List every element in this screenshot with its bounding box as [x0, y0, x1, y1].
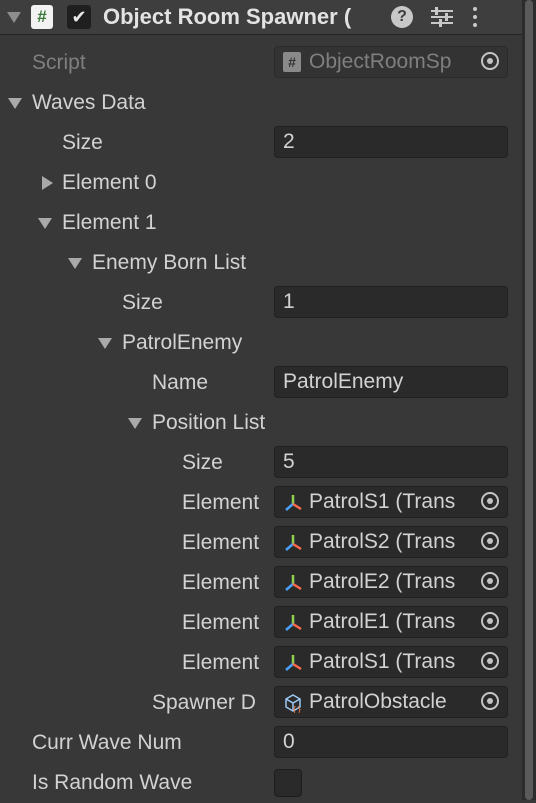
is-random-wave-checkbox[interactable]	[274, 769, 302, 797]
script-label: Script	[32, 51, 86, 74]
element-value: PatrolE1 (Trans	[309, 610, 456, 633]
spawner-label: Spawner D	[152, 691, 256, 714]
script-field: # ObjectRoomSp	[274, 46, 508, 78]
transform-object-field[interactable]: PatrolE1 (Trans	[274, 606, 508, 638]
is-random-wave-label: Is Random Wave	[32, 771, 193, 794]
element-value: PatrolS1 (Trans	[309, 650, 456, 673]
object-picker-icon[interactable]	[481, 532, 499, 550]
element-label: Element	[182, 531, 260, 554]
element-label: Element	[182, 651, 260, 674]
waves-data-row[interactable]: Waves Data	[0, 83, 522, 123]
object-picker-icon[interactable]	[481, 572, 499, 590]
component-header: # ✔ Object Room Spawner ( ?	[0, 0, 522, 35]
foldout-arrow-icon[interactable]	[68, 258, 82, 269]
element-value: PatrolE2 (Trans	[309, 570, 456, 593]
transform-icon	[285, 535, 302, 551]
foldout-arrow-icon[interactable]	[38, 218, 52, 229]
name-label: Name	[152, 371, 209, 394]
transform-icon	[285, 495, 302, 511]
enemy-born-list-size-row: Size 1	[0, 283, 522, 323]
size-label: Size	[182, 451, 223, 474]
script-icon: #	[31, 5, 53, 29]
size-label: Size	[122, 291, 163, 314]
waves-data-size-row: Size 2	[0, 123, 522, 163]
object-picker-icon[interactable]	[481, 652, 499, 670]
script-row: Script # ObjectRoomSp	[0, 43, 522, 83]
enabled-checkbox[interactable]: ✔	[67, 5, 91, 29]
position-list-size-input[interactable]: 5	[274, 446, 508, 478]
element-value: PatrolS2 (Trans	[309, 530, 456, 553]
spawner-object-field[interactable]: {} PatrolObstacle	[274, 686, 508, 718]
foldout-arrow-icon[interactable]	[98, 338, 112, 349]
transform-object-field[interactable]: PatrolS1 (Trans	[274, 646, 508, 678]
size-label: Size	[62, 131, 103, 154]
list-item: Element PatrolS1 (Trans	[0, 483, 522, 523]
is-random-wave-row: Is Random Wave	[0, 763, 522, 803]
transform-object-field[interactable]: PatrolE2 (Trans	[274, 566, 508, 598]
transform-icon	[285, 575, 302, 591]
waves-data-size-input[interactable]: 2	[274, 126, 508, 158]
transform-object-field[interactable]: PatrolS1 (Trans	[274, 486, 508, 518]
element-1-label: Element 1	[62, 211, 157, 234]
position-list-row[interactable]: Position List	[0, 403, 522, 443]
foldout-arrow-icon[interactable]	[128, 418, 142, 429]
more-menu-icon[interactable]	[471, 7, 479, 27]
element-label: Element	[182, 571, 260, 594]
presets-icon[interactable]	[431, 6, 457, 28]
position-list-label: Position List	[152, 411, 266, 434]
name-input[interactable]: PatrolEnemy	[274, 366, 508, 398]
patrol-enemy-row[interactable]: PatrolEnemy	[0, 323, 522, 363]
patrol-enemy-label: PatrolEnemy	[122, 331, 243, 354]
name-row: Name PatrolEnemy	[0, 363, 522, 403]
enemy-born-list-label: Enemy Born List	[92, 251, 247, 274]
curr-wave-num-label: Curr Wave Num	[32, 731, 182, 754]
spawner-value: PatrolObstacle	[309, 690, 447, 713]
element-0-label: Element 0	[62, 171, 157, 194]
scrollbar-thumb[interactable]	[525, 0, 533, 800]
foldout-arrow-icon[interactable]	[7, 11, 21, 23]
list-item: Element PatrolS1 (Trans	[0, 643, 522, 683]
scriptable-object-icon: {}	[285, 694, 302, 713]
object-picker-icon[interactable]	[481, 612, 499, 630]
spawner-row: Spawner D {} PatrolObstacle	[0, 683, 522, 723]
scrollbar[interactable]	[522, 0, 536, 800]
object-picker-icon	[481, 52, 499, 70]
element-label: Element	[182, 491, 260, 514]
list-item: Element PatrolE2 (Trans	[0, 563, 522, 603]
curr-wave-num-row: Curr Wave Num 0	[0, 723, 522, 763]
component-title: Object Room Spawner (	[103, 4, 352, 29]
help-icon[interactable]: ?	[391, 6, 413, 28]
object-picker-icon[interactable]	[481, 692, 499, 710]
enemy-born-list-row[interactable]: Enemy Born List	[0, 243, 522, 283]
foldout-arrow-icon[interactable]	[8, 98, 22, 109]
transform-icon	[285, 655, 302, 671]
element-label: Element	[182, 611, 260, 634]
list-item: Element PatrolS2 (Trans	[0, 523, 522, 563]
transform-icon	[285, 615, 302, 631]
object-picker-icon[interactable]	[481, 492, 499, 510]
enemy-born-list-size-input[interactable]: 1	[274, 286, 508, 318]
curr-wave-num-input[interactable]: 0	[274, 726, 508, 758]
element-1-row[interactable]: Element 1	[0, 203, 522, 243]
waves-data-label: Waves Data	[32, 91, 146, 114]
element-value: PatrolS1 (Trans	[309, 490, 456, 513]
script-value: ObjectRoomSp	[309, 50, 452, 73]
foldout-arrow-icon[interactable]	[42, 176, 53, 190]
svg-text:{}: {}	[292, 705, 302, 713]
script-icon: #	[283, 52, 301, 72]
transform-object-field[interactable]: PatrolS2 (Trans	[274, 526, 508, 558]
element-0-row[interactable]: Element 0	[0, 163, 522, 203]
list-item: Element PatrolE1 (Trans	[0, 603, 522, 643]
position-list-size-row: Size 5	[0, 443, 522, 483]
